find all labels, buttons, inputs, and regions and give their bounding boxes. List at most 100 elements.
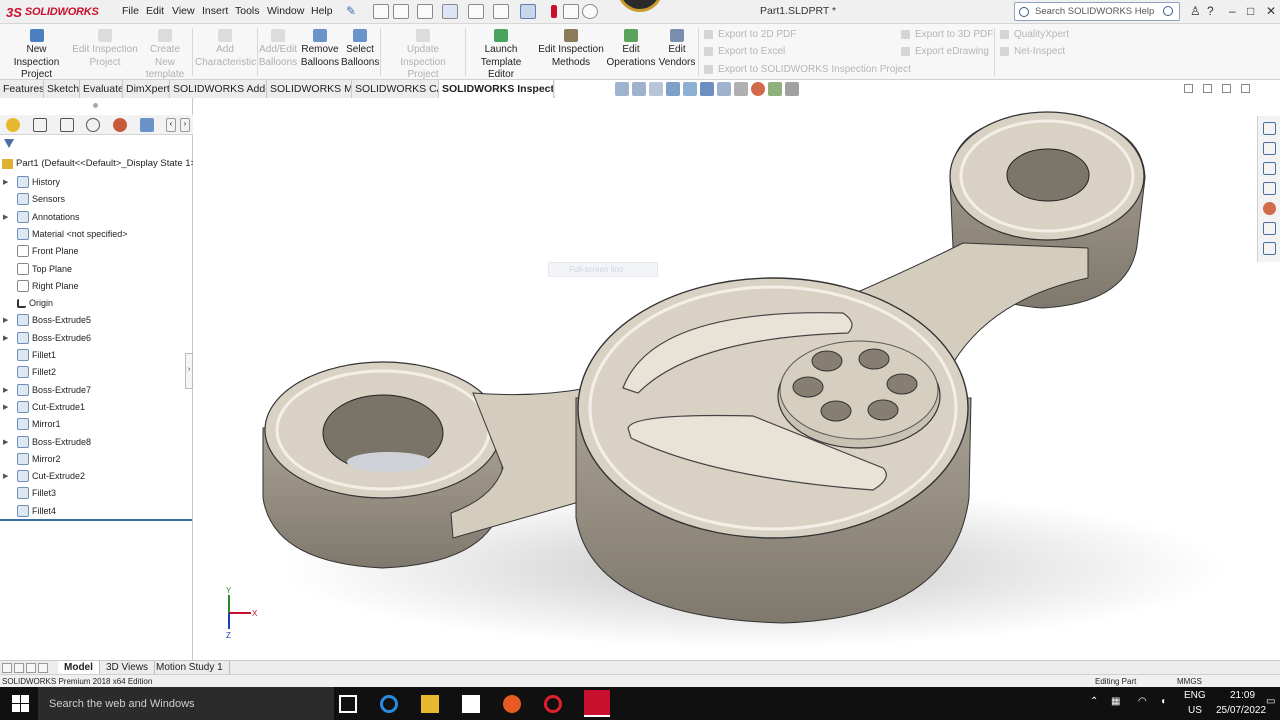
network-icon[interactable]: ▦ [1111, 696, 1120, 707]
edit-operations-button[interactable]: Edit Operations [606, 29, 656, 69]
keyboard-layout-label[interactable]: US [1188, 705, 1202, 716]
print-icon[interactable] [468, 4, 484, 19]
viewport-maximize-icon[interactable] [1222, 84, 1231, 93]
menu-help[interactable]: Help [311, 5, 333, 17]
tree-item[interactable]: ▶ Boss-Extrude5 [0, 312, 192, 328]
model-canvas[interactable]: Y X Z [193, 98, 1255, 660]
store-icon[interactable] [462, 695, 480, 713]
view-settings-icon[interactable] [785, 82, 799, 96]
tab-solidworks-inspection[interactable]: SOLIDWORKS Inspecti... [439, 80, 554, 98]
solidworks-resources-icon[interactable] [1263, 122, 1276, 135]
export-inspection-project-button[interactable]: Export to SOLIDWORKS Inspection Project [704, 64, 911, 75]
cam-tab-icon[interactable] [140, 118, 154, 132]
opera-icon[interactable] [544, 695, 562, 713]
tab-sketch[interactable]: Sketch [44, 80, 80, 98]
tab-3d-views[interactable]: 3D Views [100, 661, 156, 675]
tree-item[interactable]: Fillet2 [0, 364, 192, 380]
select-pointer-icon[interactable] [520, 4, 536, 19]
tab-model[interactable]: Model [58, 661, 100, 675]
tab-scroll-left-icon[interactable]: ‹ [166, 118, 176, 132]
app-logo[interactable]: 3S SOLIDWORKS [6, 3, 99, 21]
undo-icon[interactable] [493, 4, 509, 19]
tab-features[interactable]: Features [0, 80, 44, 98]
maximize-button[interactable]: □ [1247, 4, 1254, 18]
tree-item[interactable]: Material <not specified> [0, 226, 192, 242]
menu-edit[interactable]: Edit [146, 5, 164, 17]
tab-evaluate[interactable]: Evaluate [80, 80, 123, 98]
menu-view[interactable]: View [172, 5, 195, 17]
edit-appearance-icon[interactable] [751, 82, 765, 96]
tree-item[interactable]: ▶ History [0, 174, 192, 190]
view-orientation-icon[interactable] [700, 82, 714, 96]
tray-chevron-icon[interactable]: ⌃ [1090, 696, 1098, 707]
export-excel-button[interactable]: Export to Excel [704, 46, 785, 57]
options-gear-icon[interactable] [582, 4, 598, 19]
tab-solidworks-cam[interactable]: SOLIDWORKS CAM [352, 80, 439, 98]
propertymanager-tab-icon[interactable] [33, 118, 47, 132]
pin-icon[interactable]: ✎ [346, 4, 356, 18]
file-explorer-icon[interactable] [421, 695, 439, 713]
previous-view-icon[interactable] [649, 82, 663, 96]
traffic-light-icon[interactable] [551, 5, 557, 18]
firefox-icon[interactable] [503, 695, 521, 713]
new-inspection-project-button[interactable]: New Inspection Project [3, 29, 70, 82]
tree-item[interactable]: ▶ Annotations [0, 209, 192, 225]
next-tab-icon[interactable] [26, 663, 36, 673]
expand-arrow-icon[interactable]: ▶ [3, 472, 13, 480]
zoom-to-fit-icon[interactable] [615, 82, 629, 96]
file-explorer-icon[interactable] [1263, 162, 1276, 175]
filter-icon[interactable] [4, 139, 14, 149]
expand-arrow-icon[interactable]: ▶ [3, 213, 13, 221]
tree-item[interactable]: ▶ Cut-Extrude1 [0, 399, 192, 415]
expand-arrow-icon[interactable]: ▶ [3, 316, 13, 324]
displaymanager-tab-icon[interactable] [113, 118, 127, 132]
panel-grip-icon[interactable] [93, 103, 98, 108]
tree-root-part[interactable]: Part1 (Default<<Default>_Display State 1… [2, 158, 199, 169]
viewport-close-icon[interactable] [1241, 84, 1250, 93]
qualityxpert-button[interactable]: QualityXpert [1000, 29, 1069, 40]
tree-item[interactable]: Mirror2 [0, 451, 192, 467]
expand-arrow-icon[interactable]: ▶ [3, 178, 13, 186]
export-2d-pdf-button[interactable]: Export to 2D PDF [704, 29, 796, 40]
windows-start-icon[interactable] [12, 695, 29, 712]
new-document-icon[interactable] [393, 4, 409, 19]
tree-item[interactable]: Sensors [0, 191, 192, 207]
edit-inspection-methods-button[interactable]: Edit Inspection Methods [538, 29, 604, 69]
viewport-tile-icon[interactable] [1203, 84, 1212, 93]
net-inspect-button[interactable]: Net-Inspect [1000, 46, 1065, 57]
edit-vendors-button[interactable]: Edit Vendors [658, 29, 696, 69]
display-style-icon[interactable] [717, 82, 731, 96]
tree-item[interactable]: ▶ Cut-Extrude2 [0, 468, 192, 484]
tree-item[interactable]: ▶ Boss-Extrude8 [0, 434, 192, 450]
file-properties-icon[interactable] [563, 4, 579, 19]
appearances-icon[interactable] [1263, 202, 1276, 215]
dynamic-annotation-icon[interactable] [683, 82, 697, 96]
tab-dimxpert[interactable]: DimXpert [123, 80, 170, 98]
expand-arrow-icon[interactable]: ▶ [3, 403, 13, 411]
tree-item[interactable]: Fillet4 [0, 503, 192, 519]
edit-inspection-project-button[interactable]: Edit Inspection Project [71, 29, 139, 69]
update-inspection-project-button[interactable]: Update Inspection Project [383, 29, 463, 82]
menu-file[interactable]: File [122, 5, 139, 17]
tab-scroll-right-icon[interactable]: › [180, 118, 190, 132]
viewport-restore-icon[interactable] [1184, 84, 1193, 93]
tree-item[interactable]: Front Plane [0, 243, 192, 259]
tab-motion-study-1[interactable]: Motion Study 1 [150, 661, 230, 675]
expand-arrow-icon[interactable]: ▶ [3, 386, 13, 394]
close-button[interactable]: ✕ [1266, 4, 1276, 18]
minimize-button[interactable]: – [1229, 4, 1236, 18]
configurationmanager-tab-icon[interactable] [60, 118, 74, 132]
help-search-input[interactable]: Search SOLIDWORKS Help [1014, 2, 1180, 21]
tree-item[interactable]: ▶ Boss-Extrude6 [0, 330, 192, 346]
forum-icon[interactable] [1263, 242, 1276, 255]
solidworks-taskbar-icon[interactable] [584, 690, 610, 717]
task-view-icon[interactable] [339, 695, 357, 713]
tab-solidworks-mbd[interactable]: SOLIDWORKS MB... [267, 80, 352, 98]
tree-item[interactable]: Fillet3 [0, 485, 192, 501]
expand-arrow-icon[interactable]: ▶ [3, 438, 13, 446]
rollback-bar[interactable] [0, 519, 192, 521]
section-view-icon[interactable] [666, 82, 680, 96]
dimxpertmanager-tab-icon[interactable] [86, 118, 100, 132]
tree-item[interactable]: Mirror1 [0, 416, 192, 432]
featuremanager-tab-icon[interactable] [6, 118, 20, 132]
